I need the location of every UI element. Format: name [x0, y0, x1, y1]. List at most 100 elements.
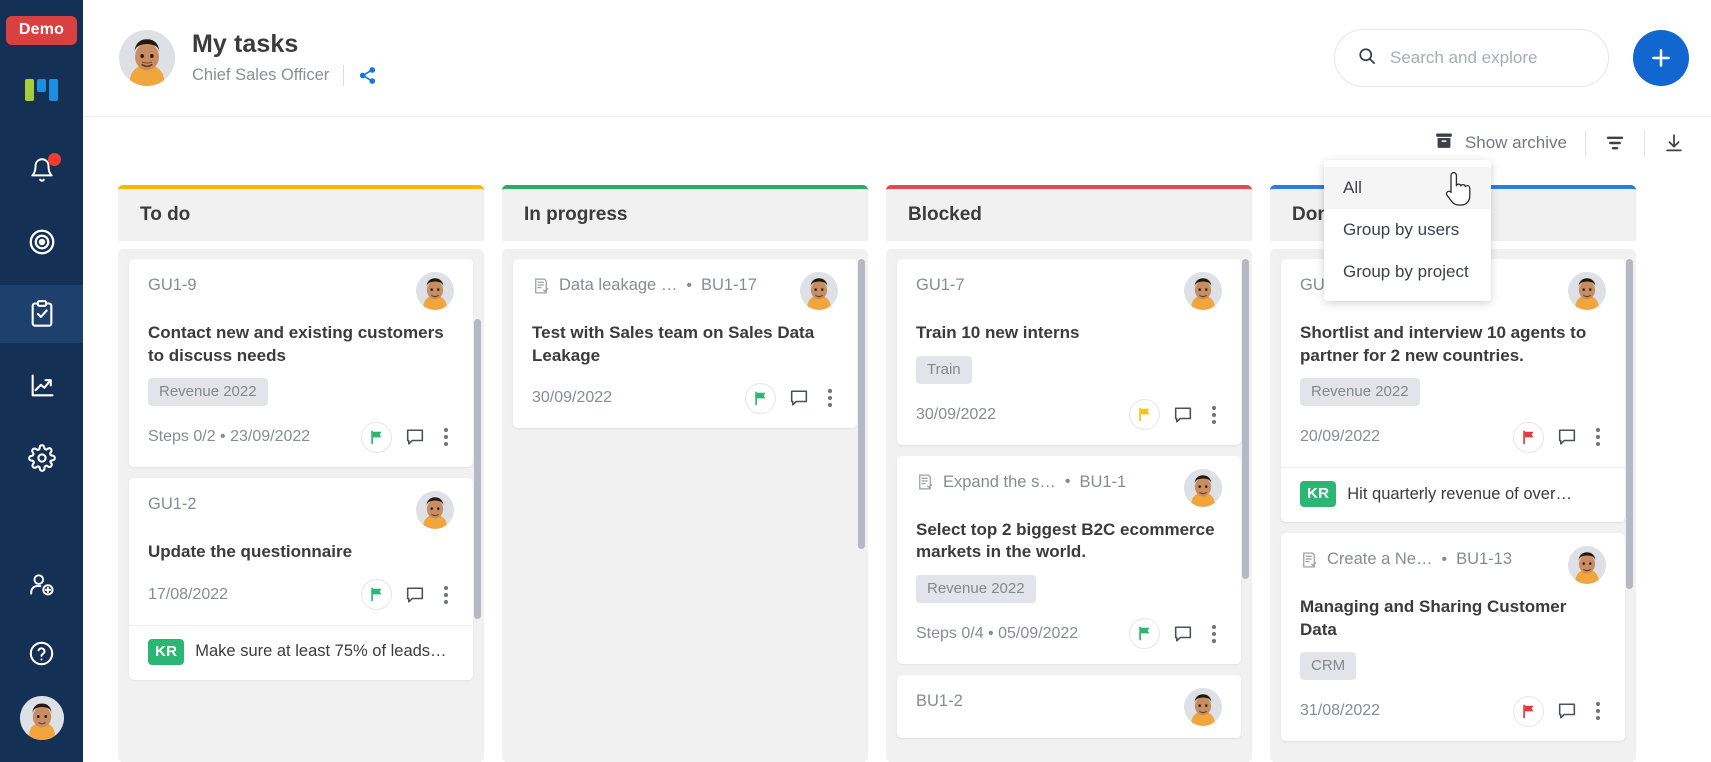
card-actions [1513, 695, 1606, 727]
card-assignee-avatar[interactable] [1568, 546, 1606, 585]
column-card-list: GU1-…Shortlist and interview 10 agents t… [1281, 259, 1625, 742]
comment-icon[interactable] [404, 426, 426, 448]
card-menu-icon[interactable] [1590, 699, 1606, 723]
card-meta: Data leakage … • BU1-17 [532, 276, 792, 295]
column-card-list: GU1-7 Train 10 new interns Train 30/09/2022… [897, 259, 1241, 738]
kr-badge: KR [148, 638, 185, 665]
card-key-result[interactable]: KR Hit quarterly revenue of over… [1281, 467, 1625, 510]
card-assignee-avatar[interactable] [416, 491, 454, 530]
card-code: GU1-7 [916, 276, 965, 294]
priority-flag-icon[interactable] [1513, 695, 1544, 727]
card-menu-icon[interactable] [1206, 622, 1222, 646]
column-scrollbar[interactable] [474, 319, 481, 619]
card-date: 17/08/2022 [148, 585, 229, 603]
card-key-result[interactable]: KR Make sure at least 75% of leads… [129, 624, 473, 668]
card-assignee-avatar[interactable] [416, 272, 454, 310]
task-card[interactable]: BU1-2 [897, 674, 1241, 738]
logo-icon[interactable] [0, 63, 83, 121]
card-menu-icon[interactable] [438, 425, 454, 449]
card-menu-icon[interactable] [1590, 425, 1606, 449]
avatar[interactable] [119, 30, 175, 86]
card-meta: GU1-7 [916, 276, 1176, 295]
goals-icon[interactable] [0, 213, 83, 271]
comment-icon[interactable] [1556, 700, 1578, 722]
priority-flag-icon[interactable] [1129, 399, 1160, 431]
priority-flag-icon[interactable] [361, 579, 392, 611]
task-card[interactable]: Create a Ne… • BU1-13 Managing and Sharing … [1281, 533, 1625, 742]
notifications-icon[interactable] [0, 141, 83, 199]
card-assignee-avatar[interactable] [800, 272, 838, 310]
column-header: To do [118, 185, 484, 241]
board-column: Blocked GU1-7 Train 10 new interns Train 30/… [886, 185, 1252, 762]
demo-badge: Demo [5, 16, 78, 45]
card-assignee-avatar[interactable] [1184, 687, 1222, 726]
card-project[interactable]: Data leakage … [559, 276, 677, 295]
sidebar-user-avatar[interactable] [19, 696, 64, 740]
invite-user-icon[interactable] [0, 556, 83, 614]
card-menu-icon[interactable] [1206, 403, 1222, 427]
card-tag[interactable]: Revenue 2022 [1300, 378, 1420, 407]
card-top: GU1-9 [148, 272, 454, 310]
card-tag[interactable]: Train [916, 355, 972, 384]
sidebar-item-tasks[interactable] [0, 285, 83, 343]
card-actions [1129, 399, 1222, 431]
comment-icon[interactable] [788, 387, 810, 409]
column-scrollbar[interactable] [1242, 259, 1249, 579]
card-menu-icon[interactable] [822, 386, 838, 410]
column-scrollbar[interactable] [1626, 259, 1633, 589]
card-project[interactable]: Create a Ne… [1327, 550, 1432, 569]
card-meta: GU1-2 [148, 495, 408, 514]
card-tag[interactable]: CRM [1300, 652, 1357, 681]
task-card[interactable]: GU1-7 Train 10 new interns Train 30/09/2022 [897, 259, 1241, 445]
card-tag[interactable]: Revenue 2022 [148, 378, 268, 407]
comment-icon[interactable] [1172, 404, 1194, 426]
dropdown-item[interactable]: Group by project [1324, 251, 1491, 293]
card-footer: 31/08/2022 [1300, 693, 1606, 729]
comment-icon[interactable] [1172, 623, 1194, 645]
card-assignee-avatar[interactable] [1184, 272, 1222, 310]
column-title: In progress [524, 204, 628, 225]
column-scrollbar[interactable] [858, 259, 865, 549]
card-actions [745, 382, 838, 414]
search-icon [1357, 46, 1377, 71]
comment-icon[interactable] [1556, 426, 1578, 448]
dropdown-item[interactable]: All [1324, 167, 1491, 209]
main-area: My tasks Chief Sales Officer Search and … [83, 0, 1711, 762]
card-top: GU1-7 [916, 272, 1222, 310]
column-header: In progress [502, 185, 868, 241]
settings-icon[interactable] [0, 429, 83, 487]
kr-badge: KR [1300, 481, 1337, 508]
show-archive-button[interactable]: Show archive [1434, 131, 1567, 156]
card-assignee-avatar[interactable] [1184, 468, 1222, 507]
toolbar-divider-1 [1585, 130, 1586, 156]
task-card[interactable]: GU1-9 Contact new and existing customers … [129, 259, 473, 468]
analytics-icon[interactable] [0, 357, 83, 415]
separator-dot: • [686, 276, 692, 294]
project-icon [1300, 551, 1318, 569]
task-card[interactable]: Expand the s… • BU1-1 Select top 2 biggest … [897, 455, 1241, 664]
help-icon[interactable] [0, 624, 83, 682]
card-tag[interactable]: Revenue 2022 [916, 574, 1036, 603]
board-column: To do GU1-9 Contact new and existing custo… [118, 185, 484, 762]
priority-flag-icon[interactable] [1513, 421, 1544, 453]
share-icon[interactable] [358, 66, 377, 85]
card-project[interactable]: Expand the s… [943, 473, 1056, 492]
task-card[interactable]: GU1-2 Update the questionnaire 17/08/2022 K… [129, 478, 473, 680]
card-top: Data leakage … • BU1-17 [532, 272, 838, 310]
card-title: Shortlist and interview 10 agents to par… [1300, 323, 1587, 365]
priority-flag-icon[interactable] [361, 421, 392, 453]
search-input[interactable] [1390, 48, 1586, 68]
add-button[interactable] [1633, 30, 1689, 86]
priority-flag-icon[interactable] [745, 382, 776, 414]
filter-icon[interactable] [1604, 132, 1626, 154]
card-menu-icon[interactable] [438, 583, 454, 607]
dropdown-item[interactable]: Group by users [1324, 209, 1491, 251]
column-title: Blocked [908, 204, 982, 225]
card-code: BU1-17 [700, 276, 757, 294]
comment-icon[interactable] [404, 584, 426, 606]
card-assignee-avatar[interactable] [1568, 272, 1606, 310]
priority-flag-icon[interactable] [1129, 618, 1160, 650]
search-box[interactable] [1334, 29, 1609, 87]
download-icon[interactable] [1663, 132, 1685, 154]
task-card[interactable]: Data leakage … • BU1-17 Test with Sales tea… [513, 259, 857, 429]
